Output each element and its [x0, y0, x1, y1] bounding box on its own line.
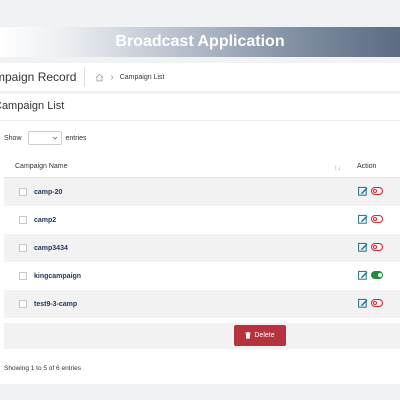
- row-checkbox[interactable]: [19, 216, 27, 224]
- app-title: Broadcast Application: [115, 33, 285, 50]
- trash-icon: [245, 332, 252, 339]
- table-row: kingcampaign: [4, 262, 400, 290]
- edit-icon[interactable]: [358, 270, 368, 280]
- status-toggle-icon[interactable]: [371, 299, 383, 307]
- row-actions: [358, 186, 383, 196]
- row-checkbox[interactable]: [19, 244, 27, 252]
- table-row: camp3434: [4, 234, 400, 262]
- table-row: camp-20: [4, 178, 400, 206]
- edit-icon[interactable]: [358, 242, 368, 252]
- table-info: Showing 1 to 5 of 6 entries: [4, 365, 81, 372]
- row-checkbox[interactable]: [19, 300, 27, 308]
- edit-icon[interactable]: [358, 186, 368, 196]
- row-checkbox[interactable]: [19, 272, 27, 280]
- status-toggle-icon[interactable]: [371, 187, 383, 195]
- row-actions: [358, 270, 383, 280]
- campaign-name[interactable]: kingcampaign: [34, 273, 81, 280]
- card-divider: [0, 120, 400, 121]
- entries-label: entries: [65, 134, 87, 142]
- status-toggle-icon[interactable]: [371, 271, 383, 279]
- app-banner: Broadcast Application: [0, 27, 400, 57]
- entries-select[interactable]: [27, 131, 62, 145]
- status-toggle-icon[interactable]: [371, 215, 383, 223]
- table-row: camp2: [4, 206, 400, 234]
- table-row: test9-3-camp: [4, 290, 400, 318]
- sort-icon[interactable]: ↑↓: [334, 165, 341, 172]
- home-icon[interactable]: [95, 73, 104, 82]
- status-toggle-icon[interactable]: [371, 243, 383, 251]
- breadcrumb-current: Campaign List: [119, 73, 165, 81]
- chevron-down-icon: [52, 136, 57, 140]
- campaign-list-card: Campaign List Show entries Campaign Name…: [0, 94, 400, 384]
- header-divider: [84, 67, 86, 87]
- campaign-name[interactable]: test9-3-camp: [34, 301, 77, 308]
- campaign-name[interactable]: camp2: [34, 217, 56, 224]
- row-checkbox[interactable]: [19, 188, 27, 196]
- campaign-name[interactable]: camp3434: [34, 245, 68, 252]
- card-title: Campaign List: [0, 100, 65, 112]
- delete-button[interactable]: Delete: [234, 325, 286, 346]
- page-header: mpaign Record › Campaign List: [0, 63, 400, 91]
- chevron-right-icon: ›: [110, 71, 114, 83]
- delete-bar: Delete: [4, 323, 400, 349]
- row-actions: [358, 298, 383, 308]
- edit-icon[interactable]: [358, 214, 368, 224]
- delete-label: Delete: [254, 332, 275, 339]
- show-label: Show: [4, 134, 22, 142]
- campaign-name[interactable]: camp-20: [34, 189, 62, 196]
- page-size-control: Show entries: [4, 131, 87, 145]
- column-header-action: Action: [357, 163, 377, 170]
- row-actions: [358, 242, 383, 252]
- row-actions: [358, 214, 383, 224]
- edit-icon[interactable]: [358, 298, 368, 308]
- column-header-name[interactable]: Campaign Name: [15, 163, 68, 170]
- page-title: mpaign Record: [0, 70, 77, 84]
